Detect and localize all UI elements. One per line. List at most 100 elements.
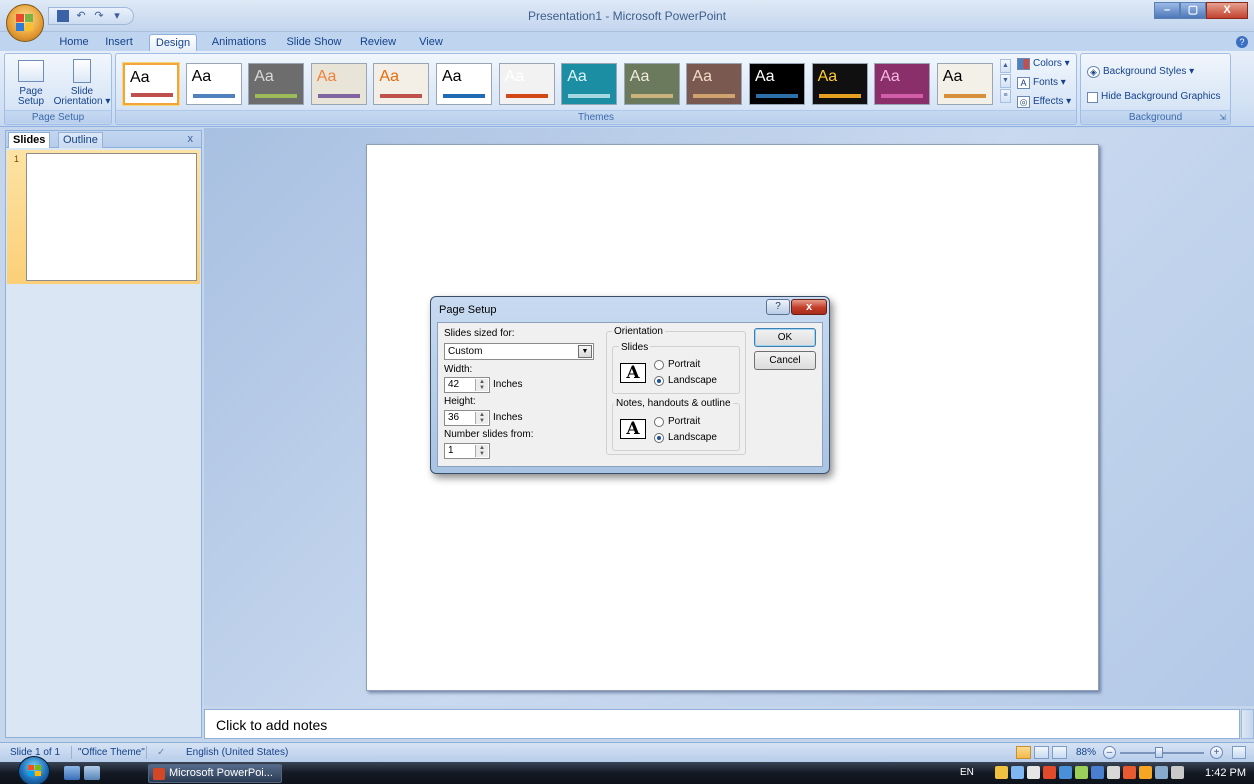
tab-insert[interactable]: Insert: [100, 34, 138, 51]
tab-slide-show[interactable]: Slide Show: [282, 34, 346, 51]
background-styles-button[interactable]: ◈ Background Styles ▾: [1087, 64, 1194, 80]
volume-icon[interactable]: [1171, 766, 1184, 779]
page-setup-button[interactable]: Page Setup: [9, 56, 53, 107]
colors-button[interactable]: Colors ▾: [1017, 56, 1070, 72]
tray-app-icon[interactable]: [1107, 766, 1120, 779]
slide-thumbnail[interactable]: [26, 153, 197, 281]
notes-landscape-label[interactable]: Landscape: [668, 432, 717, 443]
theme-sample-text: Aa: [942, 68, 963, 85]
zoom-level[interactable]: 88%: [1076, 747, 1096, 758]
ribbon-tabs: Home Insert Design Animations Slide Show…: [0, 32, 1254, 51]
maximize-button[interactable]: ▢: [1180, 2, 1206, 19]
notes-portrait-label[interactable]: Portrait: [668, 416, 700, 427]
theme-thumbnail[interactable]: Aa: [623, 63, 680, 105]
tray-app-icon[interactable]: [995, 766, 1008, 779]
notes-scrollbar[interactable]: [1241, 709, 1254, 739]
normal-view-button[interactable]: [1016, 746, 1031, 759]
spinner-arrows-icon[interactable]: ▲ ▼: [475, 379, 488, 391]
switch-windows-icon[interactable]: [84, 766, 100, 780]
help-icon[interactable]: ?: [1236, 36, 1248, 48]
theme-thumbnail[interactable]: Aa: [123, 63, 179, 105]
tab-slides[interactable]: Slides: [8, 132, 51, 148]
theme-thumbnail[interactable]: Aa: [248, 63, 305, 105]
tray-app-icon[interactable]: [1011, 766, 1024, 779]
theme-thumbnail[interactable]: Aa: [498, 63, 555, 105]
gallery-down-button[interactable]: ▼: [1000, 74, 1011, 88]
dialog-help-button[interactable]: ?: [766, 299, 790, 315]
theme-thumbnail[interactable]: Aa: [185, 63, 242, 105]
dialog-close-button[interactable]: x: [791, 299, 827, 315]
notes-pane[interactable]: Click to add notes: [204, 709, 1240, 739]
slides-landscape-radio[interactable]: [654, 376, 664, 386]
start-button[interactable]: [18, 756, 50, 784]
theme-thumbnail[interactable]: Aa: [686, 63, 743, 105]
slides-portrait-radio[interactable]: [654, 360, 664, 370]
zoom-in-button[interactable]: +: [1210, 746, 1223, 759]
tray-app-icon[interactable]: [1075, 766, 1088, 779]
spell-check-icon[interactable]: ✓: [157, 747, 165, 758]
language-indicator[interactable]: EN: [960, 767, 974, 778]
chevron-down-icon[interactable]: ▼: [578, 345, 592, 358]
slide-show-view-button[interactable]: [1052, 746, 1067, 759]
status-language[interactable]: English (United States): [186, 747, 288, 758]
tray-app-icon[interactable]: [1123, 766, 1136, 779]
tray-app-icon[interactable]: [1027, 766, 1040, 779]
background-group-label: Background: [1081, 110, 1230, 123]
theme-thumbnail[interactable]: Aa: [436, 63, 492, 105]
fonts-button[interactable]: A Fonts ▾: [1017, 75, 1066, 91]
tray-app-icon[interactable]: [1043, 766, 1056, 779]
theme-thumbnail[interactable]: Aa: [373, 63, 430, 105]
show-desktop-icon[interactable]: [64, 766, 80, 780]
spinner-arrows-icon[interactable]: ▲ ▼: [475, 445, 488, 457]
notes-portrait-radio[interactable]: [654, 417, 664, 427]
spinner-arrows-icon[interactable]: ▲ ▼: [475, 412, 488, 424]
notes-landscape-radio[interactable]: [654, 433, 664, 443]
effects-label: Effects ▾: [1033, 96, 1072, 107]
tray-app-icon[interactable]: [1155, 766, 1168, 779]
tab-design[interactable]: Design: [149, 34, 197, 51]
zoom-slider-thumb[interactable]: [1155, 747, 1163, 758]
hide-background-graphics-checkbox[interactable]: Hide Background Graphics: [1087, 89, 1221, 105]
height-spinner[interactable]: 36 ▲ ▼: [444, 410, 490, 426]
theme-color-bar: [693, 94, 736, 98]
slide-thumbnail-selected[interactable]: 1: [7, 150, 200, 284]
theme-thumbnail[interactable]: Aa: [936, 63, 993, 105]
tab-review[interactable]: Review: [356, 34, 400, 51]
slide-orientation-button[interactable]: Slide Orientation ▾: [51, 56, 113, 107]
close-button[interactable]: X: [1206, 2, 1248, 19]
theme-thumbnail[interactable]: Aa: [749, 63, 805, 105]
office-button[interactable]: [6, 4, 44, 42]
gallery-more-button[interactable]: ≡: [1000, 89, 1011, 103]
theme-thumbnail[interactable]: Aa: [874, 63, 931, 105]
slide-sorter-view-button[interactable]: [1034, 746, 1049, 759]
number-slides-from-spinner[interactable]: 1 ▲ ▼: [444, 443, 490, 459]
fit-to-window-button[interactable]: [1232, 746, 1246, 759]
slides-landscape-label[interactable]: Landscape: [668, 375, 717, 386]
theme-thumbnail[interactable]: Aa: [310, 63, 367, 105]
ok-button[interactable]: OK: [754, 328, 816, 347]
zoom-out-button[interactable]: –: [1103, 746, 1116, 759]
gallery-up-button[interactable]: ▲: [1000, 59, 1011, 73]
tray-app-icon[interactable]: [1059, 766, 1072, 779]
theme-color-bar: [443, 94, 485, 98]
theme-thumbnail[interactable]: Aa: [561, 63, 618, 105]
tab-outline[interactable]: Outline: [58, 132, 103, 148]
minimize-button[interactable]: –: [1154, 2, 1180, 19]
tab-animations[interactable]: Animations: [206, 34, 272, 51]
dialog-launcher-icon[interactable]: ⇲: [1219, 113, 1226, 122]
clock[interactable]: 1:42 PM: [1205, 767, 1246, 779]
number-slides-from-value: 1: [448, 445, 454, 456]
taskbar-powerpoint-button[interactable]: Microsoft PowerPoi...: [148, 764, 282, 783]
close-pane-icon[interactable]: x: [188, 133, 194, 145]
effects-button[interactable]: ◎ Effects ▾: [1017, 94, 1071, 110]
slides-portrait-label[interactable]: Portrait: [668, 359, 700, 370]
tray-app-icon[interactable]: [1139, 766, 1152, 779]
tray-app-icon[interactable]: [1091, 766, 1104, 779]
tab-view[interactable]: View: [414, 34, 448, 51]
slides-sized-for-dropdown[interactable]: Custom ▼: [444, 343, 594, 360]
theme-thumbnail[interactable]: Aa: [811, 63, 868, 105]
cancel-button[interactable]: Cancel: [754, 351, 816, 370]
width-spinner[interactable]: 42 ▲ ▼: [444, 377, 490, 393]
orientation-label: Orientation: [612, 326, 665, 337]
tab-home[interactable]: Home: [55, 34, 93, 51]
